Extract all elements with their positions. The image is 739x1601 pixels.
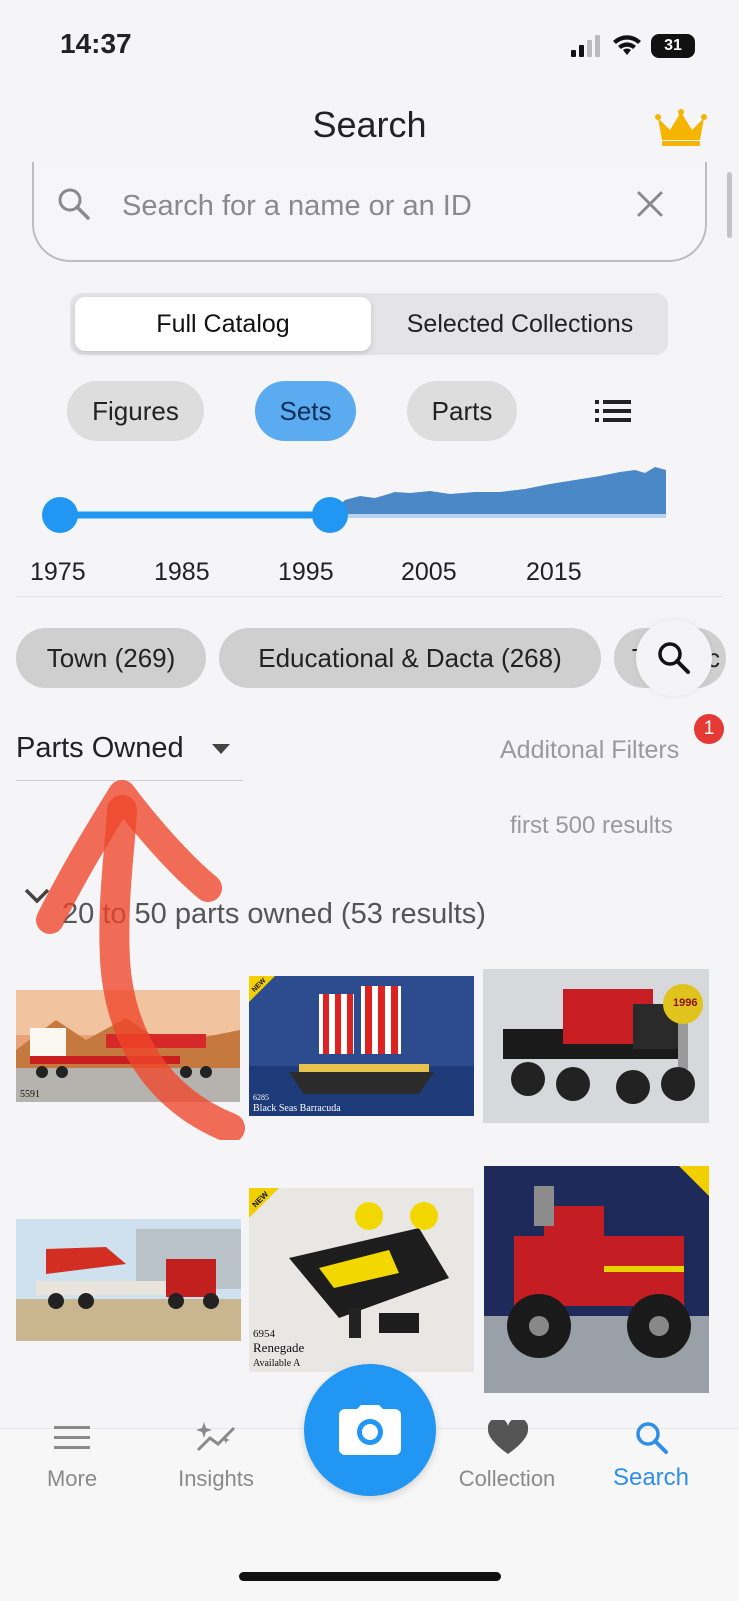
set-availability: Available A (253, 1358, 301, 1369)
set-image (249, 976, 474, 1116)
signal-icon (571, 35, 600, 57)
set-image (483, 969, 709, 1123)
set-image (484, 1166, 709, 1393)
nav-collection[interactable]: Collection (437, 1466, 577, 1492)
insights-icon[interactable] (196, 1420, 238, 1454)
theme-chip-town[interactable]: Town (269) (16, 628, 206, 688)
nav-more[interactable]: More (2, 1466, 142, 1492)
chip-parts[interactable]: Parts (407, 381, 517, 441)
year-tick-2015: 2015 (526, 558, 582, 586)
set-thumbnail[interactable] (484, 1166, 709, 1393)
chip-figures[interactable]: Figures (67, 381, 204, 441)
heart-icon[interactable] (488, 1420, 528, 1456)
camera-button[interactable] (304, 1364, 436, 1496)
slider-thumb-end (312, 497, 348, 533)
theme-chip-educational-dacta[interactable]: Educational & Dacta (268) (219, 628, 601, 688)
tab-full-catalog[interactable]: Full Catalog (75, 297, 371, 351)
list-view-icon[interactable] (595, 400, 631, 422)
chip-sets[interactable]: Sets (255, 381, 356, 441)
crown-icon[interactable] (654, 108, 708, 148)
search-icon (658, 642, 690, 674)
status-time: 14:37 (60, 28, 132, 59)
dropdown-arrow-icon (212, 744, 230, 754)
filter-count-badge: 1 (694, 714, 724, 744)
set-thumbnail[interactable] (16, 1219, 241, 1341)
search-icon[interactable] (634, 1420, 670, 1456)
sort-dropdown[interactable]: Parts Owned (16, 732, 184, 765)
scrollbar[interactable] (727, 172, 732, 238)
home-indicator (239, 1572, 501, 1581)
search-icon (58, 188, 90, 220)
theme-search-button[interactable] (636, 620, 712, 696)
annotation-arrow (36, 780, 245, 1140)
search-input[interactable]: Search for a name or an ID (122, 190, 472, 223)
set-number: 6954 (253, 1328, 275, 1340)
year-range-slider[interactable] (30, 462, 680, 542)
wifi-icon (613, 35, 641, 55)
nav-insights[interactable]: Insights (146, 1466, 286, 1492)
year-tick-2005: 2005 (401, 558, 457, 586)
set-caption: Renegade (253, 1340, 305, 1355)
year-tick-1995: 1995 (278, 558, 334, 586)
set-thumbnail[interactable]: NEW 6285 Black Seas Barracuda (249, 976, 474, 1116)
set-number: 6285 (253, 1093, 269, 1102)
menu-icon[interactable] (54, 1424, 90, 1452)
results-limit-note: first 500 results (510, 812, 673, 839)
additional-filters-button[interactable]: Additonal Filters (500, 736, 679, 765)
slider-thumb-start (42, 497, 78, 533)
year-histogram (330, 467, 666, 516)
tab-selected-collections[interactable]: Selected Collections (376, 297, 664, 351)
year-tick-1985: 1985 (154, 558, 210, 586)
camera-icon (339, 1405, 401, 1455)
year-badge: 1996 (673, 997, 698, 1009)
set-thumbnail[interactable]: NEW 6954 Renegade Available A (249, 1188, 474, 1372)
battery-icon: 31 (651, 34, 695, 58)
year-tick-1975: 1975 (30, 558, 86, 586)
set-thumbnail[interactable]: 1996 (483, 969, 709, 1123)
nav-search[interactable]: Search (581, 1464, 721, 1492)
set-image (16, 1219, 241, 1341)
divider (16, 596, 723, 597)
set-caption: Black Seas Barracuda (253, 1103, 341, 1114)
status-icons: 31 (571, 34, 695, 58)
clear-icon[interactable] (636, 190, 664, 218)
page-title: Search (312, 104, 427, 145)
